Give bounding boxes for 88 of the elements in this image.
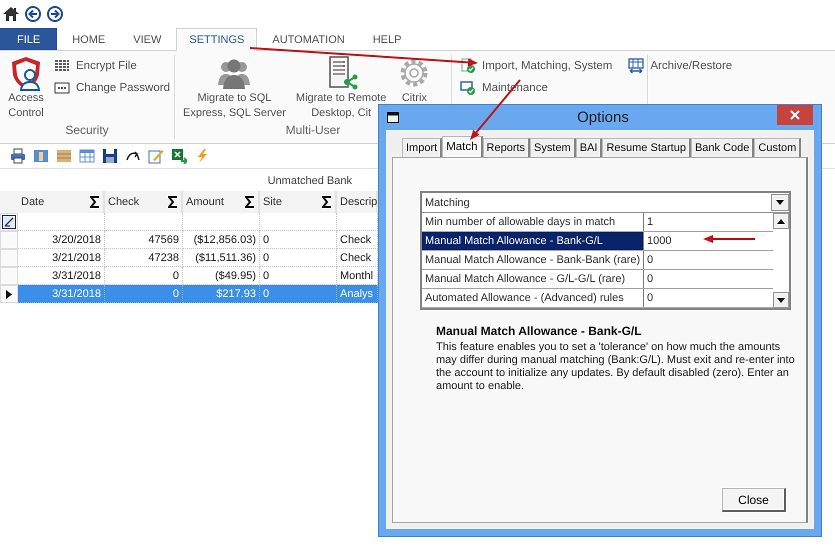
sum-icon[interactable]	[245, 196, 255, 208]
column-header[interactable]: Check	[105, 191, 183, 213]
property-name[interactable]: Manual Match Allowance - Bank-Bank (rare)	[422, 251, 644, 269]
filter-icon[interactable]	[2, 215, 16, 229]
window-title: Options	[576, 109, 630, 126]
column-header[interactable]: Site	[260, 191, 337, 213]
close-button[interactable]	[777, 105, 813, 125]
filter-cell[interactable]	[105, 213, 183, 231]
table-cell: 3/21/2018	[18, 249, 105, 267]
table-cell: 47238	[105, 249, 183, 267]
table-cell: Analys	[337, 285, 378, 303]
table-cell: ($12,856.03)	[183, 231, 260, 249]
column-header[interactable]: Amount	[183, 191, 260, 213]
printer-icon[interactable]	[10, 148, 26, 164]
property-value[interactable]: 0	[644, 270, 773, 288]
sum-icon[interactable]	[90, 196, 100, 208]
table-cell: 0	[260, 231, 337, 249]
dropdown-arrow-icon	[776, 200, 784, 205]
dialog-tab[interactable]: Import	[402, 138, 442, 157]
band-header: Unmatched Bank	[268, 175, 352, 187]
password-field-icon	[54, 80, 70, 96]
monitor-check-icon	[460, 80, 476, 96]
property-name[interactable]: Automated Allowance - (Advanced) rules	[422, 289, 644, 307]
description-title: Manual Match Allowance - Bank-G/L	[436, 324, 643, 338]
sum-icon[interactable]	[322, 196, 332, 208]
dialog-tab[interactable]: Reports	[482, 138, 530, 157]
save-icon[interactable]	[102, 148, 118, 164]
rows-icon[interactable]	[56, 148, 72, 164]
table-cell: 0	[260, 249, 337, 267]
columns-icon[interactable]	[33, 148, 49, 164]
dialog-tab[interactable]: Custom	[754, 138, 802, 157]
ribbon-tab[interactable]: HOME	[59, 28, 118, 50]
ribbon-tab[interactable]: FILE	[0, 28, 58, 50]
window-icon	[387, 112, 399, 123]
property-name[interactable]: Manual Match Allowance - G/L-G/L (rare)	[422, 270, 644, 288]
dialog-tab[interactable]: BAI	[576, 138, 602, 157]
table-cell: 0	[105, 285, 183, 303]
table-cell: 3/31/2018	[18, 285, 105, 303]
pencil-note-icon[interactable]	[148, 148, 164, 164]
ribbon-tab[interactable]: SETTINGS	[176, 28, 258, 51]
group-label: Security	[64, 123, 110, 139]
property-name[interactable]: Manual Match Allowance - Bank-G/L	[422, 232, 644, 250]
dialog-tab[interactable]: Match	[442, 136, 483, 157]
property-value[interactable]: 0	[644, 251, 773, 269]
filter-cell[interactable]	[18, 213, 105, 231]
encryption-grid-icon	[54, 58, 70, 74]
home-icon[interactable]	[3, 6, 19, 22]
table-cell: 47569	[105, 231, 183, 249]
ribbon-button[interactable]: Access Control	[6, 55, 46, 121]
sum-icon[interactable]	[168, 196, 178, 208]
ribbon-tab[interactable]: AUTOMATION	[259, 28, 358, 50]
property-name[interactable]: Min number of allowable days in match	[422, 213, 644, 231]
ribbon-button[interactable]: Archive/Restore	[626, 55, 734, 77]
table-cell: 3/20/2018	[18, 231, 105, 249]
spreadsheet-arrow-icon[interactable]	[171, 148, 187, 164]
table-cell: ($11,511.36)	[183, 249, 260, 267]
ribbon-button[interactable]: Encrypt File	[52, 55, 172, 77]
row-pointer-icon	[6, 290, 12, 298]
group-label: Multi-User	[284, 123, 342, 139]
table-icon[interactable]	[79, 148, 95, 164]
ribbon-button[interactable]: Citrix	[394, 55, 434, 106]
forward-icon[interactable]	[47, 6, 63, 22]
annotation-arrow	[703, 235, 755, 243]
close-icon	[790, 110, 800, 120]
description-text: This feature enables you to set a 'tolerance' on how much the amounts may differ during manual matching (Bank:G/L). Must exit and re-enter into the account to initialize any updates. By default disabled (zero). Enter an amount to enable.	[436, 341, 796, 393]
filter-cell[interactable]	[183, 213, 260, 231]
ribbon-tab[interactable]: HELP	[360, 28, 414, 50]
property-value[interactable]: 0	[644, 289, 773, 307]
row-header[interactable]	[0, 285, 18, 303]
dialog-tab[interactable]: Bank Code	[690, 138, 754, 157]
filter-cell[interactable]	[260, 213, 337, 231]
table-arrows-icon	[628, 58, 644, 74]
ribbon-button[interactable]: Migrate to SQL Express, SQL Server	[181, 55, 288, 121]
close-button[interactable]: Close	[722, 488, 786, 512]
back-icon[interactable]	[25, 6, 41, 22]
dialog-tab[interactable]: System	[530, 138, 576, 157]
column-header[interactable]: Date	[18, 191, 105, 213]
category-dropdown[interactable]: Matching	[422, 193, 789, 213]
table-cell: $217.93	[183, 285, 260, 303]
table-cell: 0	[260, 285, 337, 303]
scrollbar[interactable]	[773, 213, 789, 308]
scroll-down-icon	[777, 298, 785, 302]
scroll-up-icon	[777, 218, 785, 224]
property-value[interactable]: 1000	[644, 232, 773, 250]
ribbon-button[interactable]: Change Password	[52, 77, 172, 99]
dialog-tab[interactable]: Resume Startup	[602, 138, 691, 157]
property-value[interactable]: 1	[644, 213, 773, 231]
ribbon-tab[interactable]: VIEW	[120, 28, 174, 50]
